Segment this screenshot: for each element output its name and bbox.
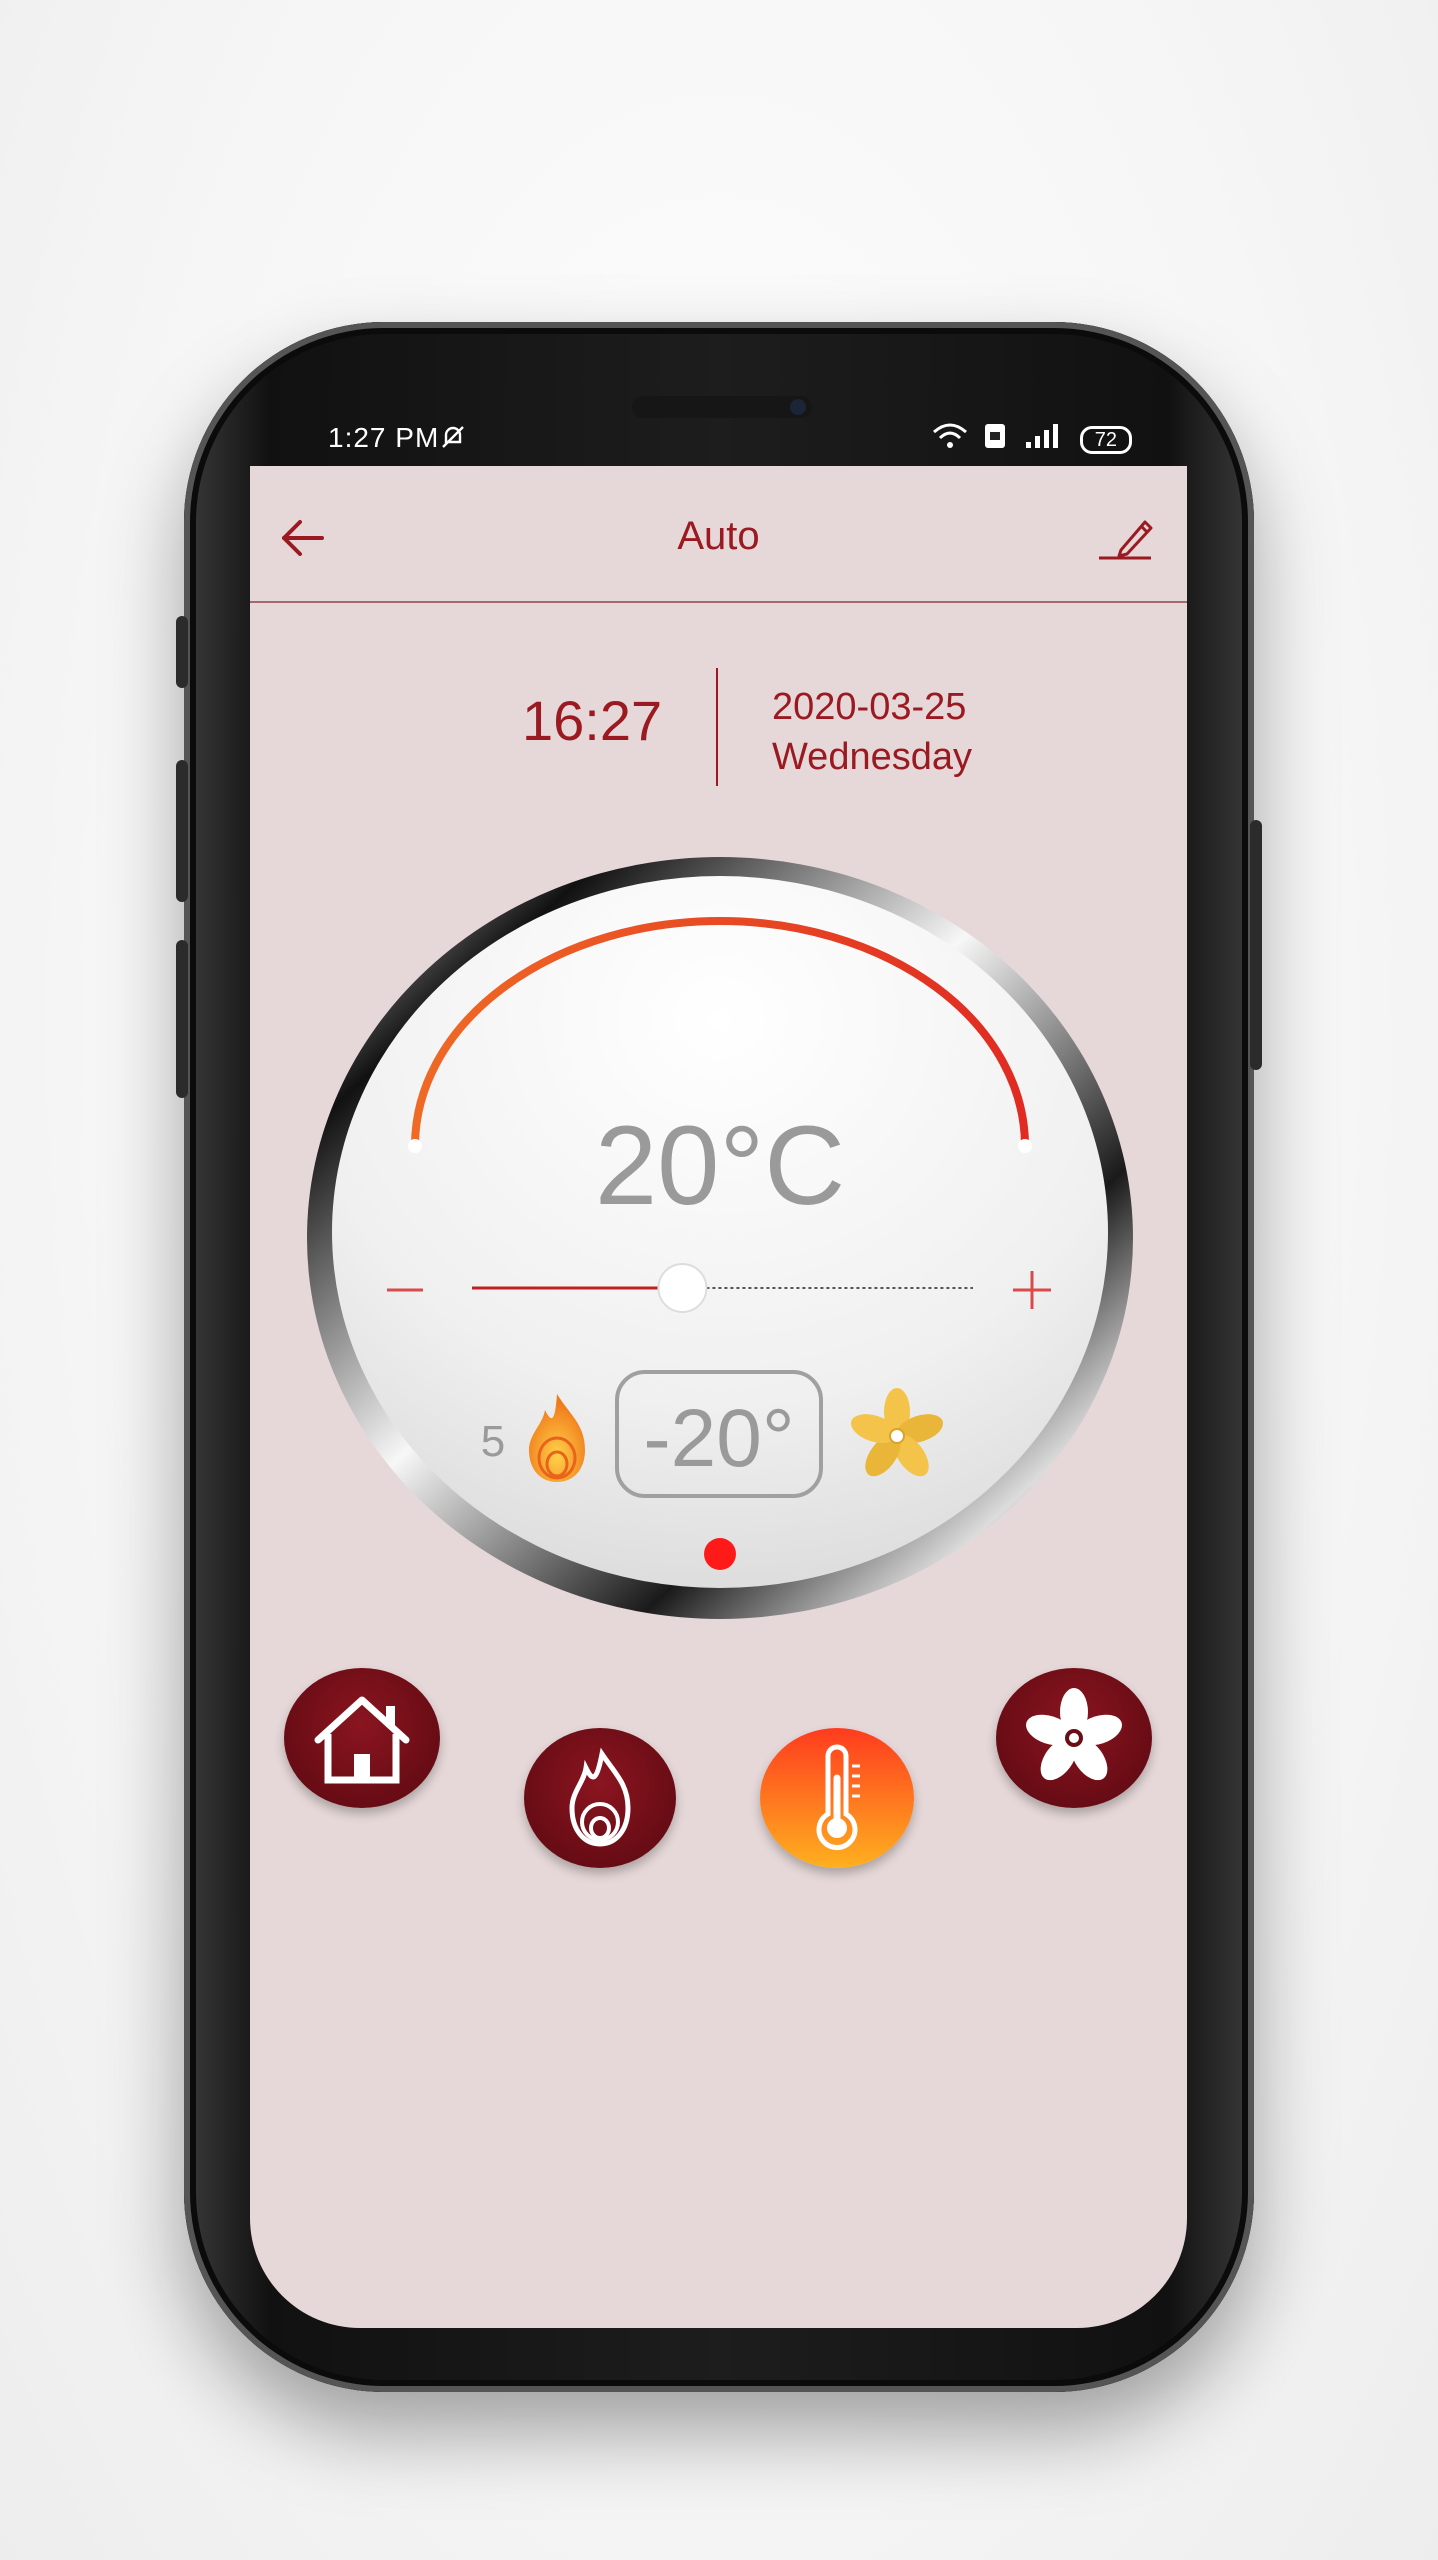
wifi-icon [932,422,968,457]
thermometer-icon [816,1744,860,1851]
pencil-icon [1099,520,1153,560]
mode-button-temperature[interactable] [760,1728,914,1868]
home-icon [314,1696,410,1784]
app-header: Auto [250,466,1187,603]
date-text: 2020-03-25 [772,686,967,728]
flame-icon [569,1747,631,1847]
flame-level: 5 [481,1417,505,1466]
volume-down-button [176,760,188,902]
indicator-dot [704,1538,736,1570]
date-block: 2020-03-25 Wednesday [772,682,972,782]
mode-button-heat[interactable] [524,1728,676,1868]
edit-button[interactable] [1097,514,1155,562]
datetime-divider [716,668,718,786]
sim-icon [982,422,1008,457]
thermostat-dial: 20°C 5 -20° [307,857,1133,1619]
mode-button-home[interactable] [284,1668,440,1808]
power-button [1250,820,1262,1070]
status-time: 1:27 PM [328,422,440,453]
signal-icon [1022,422,1066,457]
page-title: Auto [677,514,760,558]
front-camera [632,396,812,418]
clock-time: 16:27 [522,689,663,752]
weekday-text: Wednesday [772,736,972,778]
mute-icon [438,422,468,459]
battery-level: 72 [1094,428,1117,451]
mode-button-fan[interactable] [996,1668,1152,1808]
app-screen: Auto 16:27 2020-03-25 Wednesday 20°C 5 -… [250,466,1187,2328]
battery-icon: 72 [1079,425,1132,454]
slider-thumb[interactable] [657,1263,708,1313]
status-bar: 1:27 PM 72 [312,418,1132,466]
silent-switch [176,940,188,1098]
set-temperature: 20°C [595,1103,845,1228]
volume-up-button [176,616,188,688]
offset-value: -20° [643,1393,794,1484]
fan-icon [1026,1688,1122,1781]
